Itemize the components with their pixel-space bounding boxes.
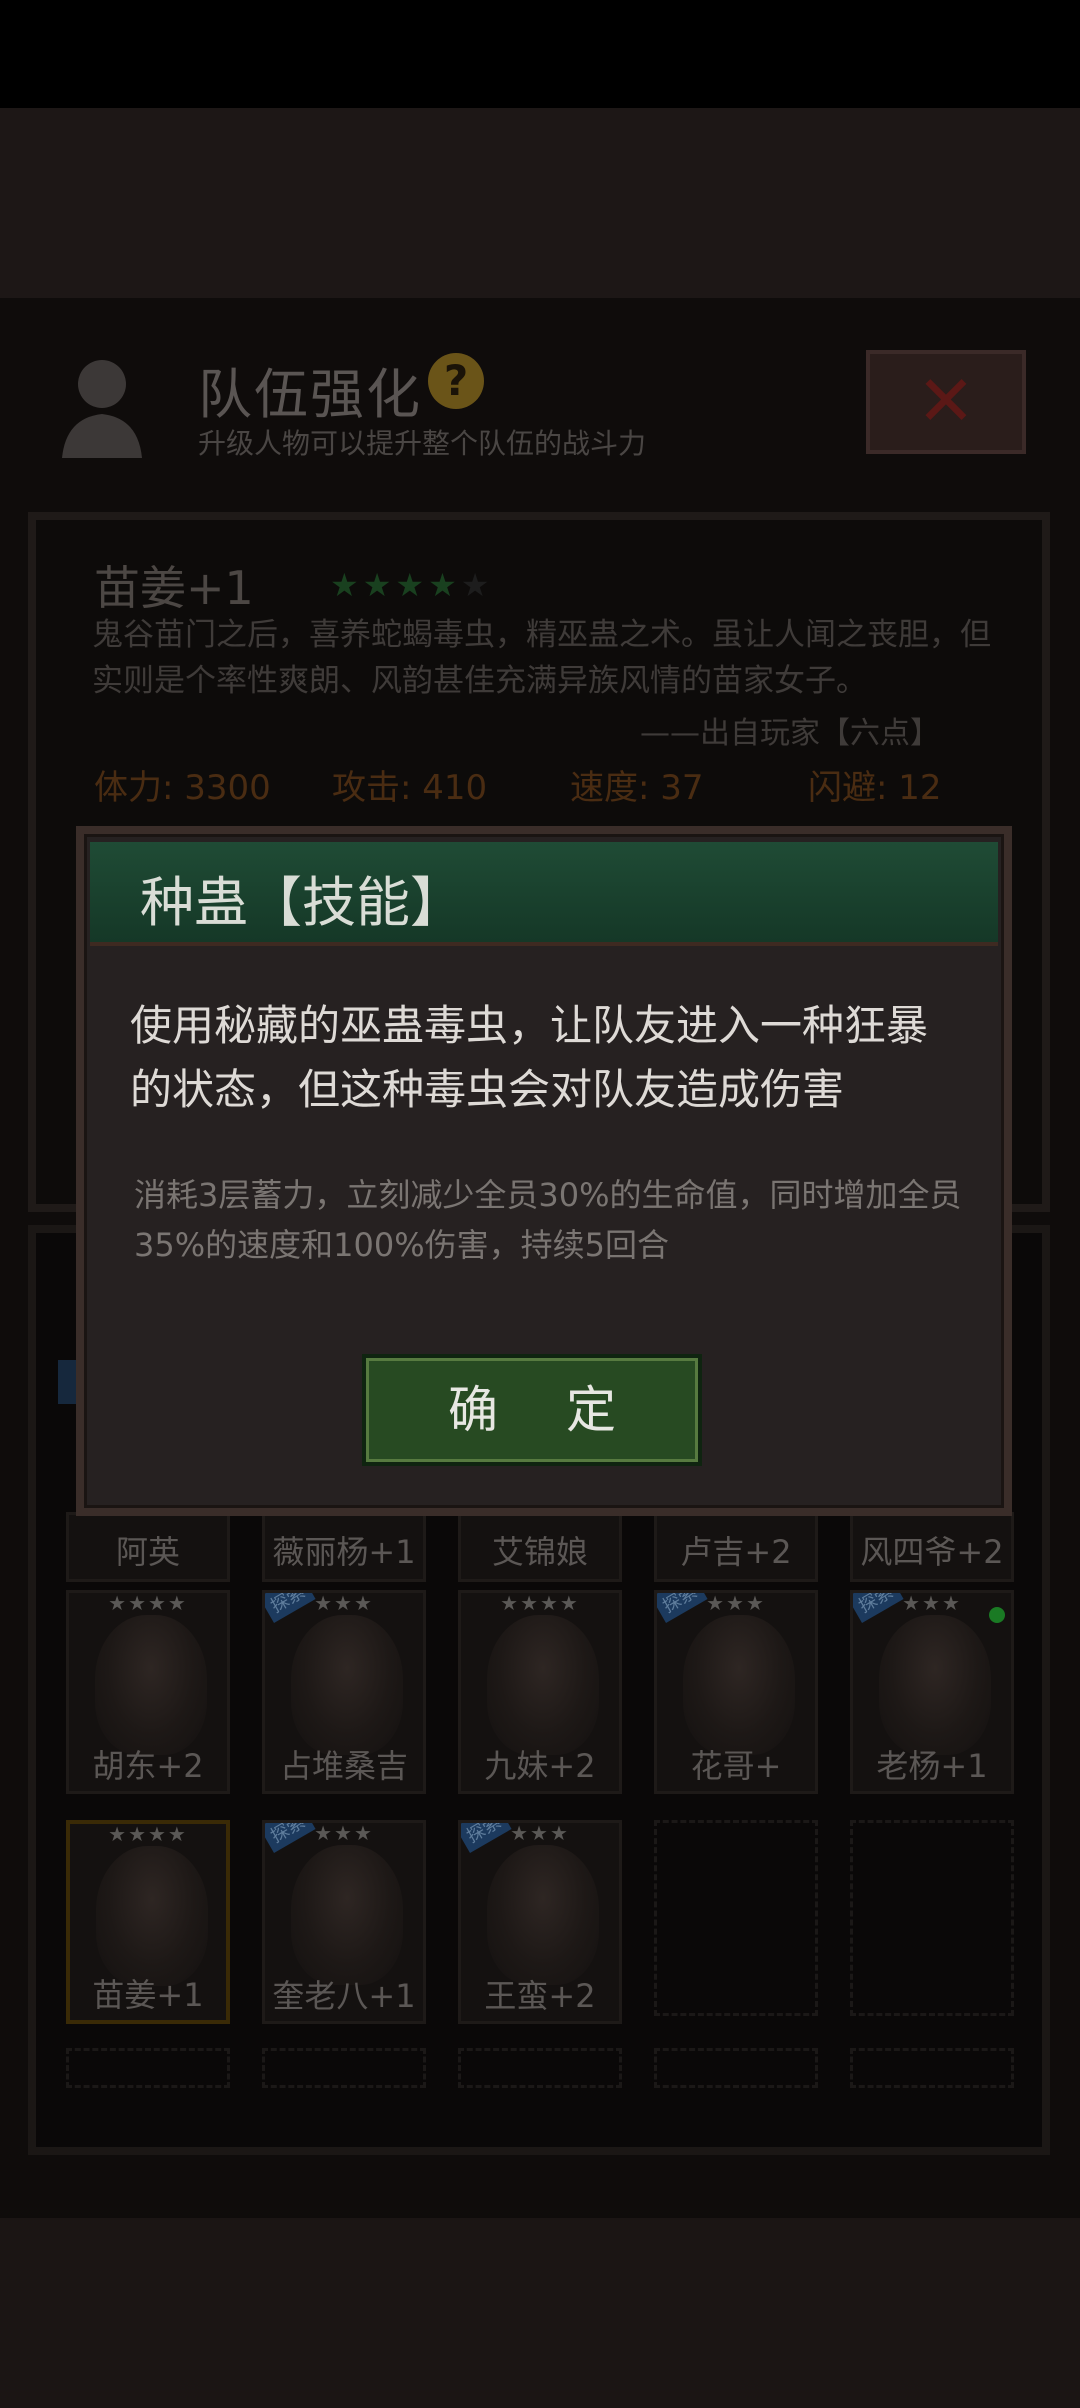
card-name: 占堆桑吉 xyxy=(279,1747,408,1785)
roster-card[interactable]: 探索 ★★★ 老杨+1 xyxy=(850,1590,1014,1794)
card-stars: ★★★ xyxy=(706,1591,766,1615)
card-name: 花哥+ xyxy=(690,1747,782,1785)
card-name: 薇丽杨+1 xyxy=(272,1533,416,1571)
page-title: 队伍强化 xyxy=(198,363,422,426)
portrait xyxy=(879,1615,991,1755)
character-stars: ★★★★★ xyxy=(330,566,493,604)
portrait xyxy=(291,1845,403,1985)
card-stars: ★★★ xyxy=(314,1821,374,1845)
close-button[interactable]: ✕ xyxy=(866,350,1026,454)
character-source: ——出自玩家【六点】 xyxy=(640,716,940,751)
card-name: 胡东+2 xyxy=(92,1747,204,1785)
skill-description: 使用秘藏的巫蛊毒虫，让队友进入一种狂暴的状态，但这种毒虫会对队友造成伤害 xyxy=(130,1001,929,1114)
roster-card[interactable]: 卢吉+2 xyxy=(654,1512,818,1582)
stars-filled: ★★★★ xyxy=(330,566,461,604)
card-stars: ★★★ xyxy=(314,1591,374,1615)
card-stars: ★★★★ xyxy=(108,1822,188,1846)
card-name: 苗姜+1 xyxy=(92,1976,204,2014)
card-stars: ★★★ xyxy=(902,1591,962,1615)
portrait xyxy=(95,1615,207,1755)
card-name: 奎老八+1 xyxy=(272,1977,416,2015)
roster-card[interactable]: ★★★★ 九妹+2 xyxy=(458,1590,622,1794)
character-description: 鬼谷苗门之后，喜养蛇蝎毒虫，精巫蛊之术。虽让人闻之丧胆，但实则是个率性爽朗、风韵… xyxy=(92,617,991,699)
card-name: 卢吉+2 xyxy=(680,1533,792,1571)
portrait xyxy=(487,1615,599,1755)
top-band xyxy=(0,108,1080,298)
stat-hp: 体力: 3300 xyxy=(94,768,271,808)
help-icon[interactable]: ? xyxy=(428,353,484,409)
card-stars: ★★★★ xyxy=(108,1591,188,1615)
stat-dodge: 闪避: 12 xyxy=(808,768,942,808)
skill-effect-detail: 消耗3层蓄力，立刻减少全员30%的生命值，同时增加全员35%的速度和100%伤害… xyxy=(134,1176,962,1264)
roster-card[interactable]: 薇丽杨+1 xyxy=(262,1512,426,1582)
card-stars: ★★★★ xyxy=(500,1591,580,1615)
empty-slot xyxy=(458,2048,622,2088)
roster-card[interactable]: 探索 ★★★ 占堆桑吉 xyxy=(262,1590,426,1794)
roster-card[interactable]: 风四爷+2 xyxy=(850,1512,1014,1582)
close-icon: ✕ xyxy=(916,360,976,442)
empty-slot xyxy=(654,1820,818,2016)
card-name: 九妹+2 xyxy=(484,1747,596,1785)
roster-card[interactable]: 探索 ★★★ 奎老八+1 xyxy=(262,1820,426,2024)
roster-card[interactable]: ★★★★ 胡东+2 xyxy=(66,1590,230,1794)
confirm-button[interactable]: 确 定 xyxy=(362,1354,702,1466)
skill-dialog-title: 种蛊【技能】 xyxy=(140,871,464,934)
empty-slot xyxy=(66,2048,230,2088)
roster-card-selected[interactable]: ★★★★ 苗姜+1 xyxy=(66,1820,230,2024)
page-subtitle: 升级人物可以提升整个队伍的战斗力 xyxy=(198,427,647,460)
portrait xyxy=(487,1845,599,1985)
portrait xyxy=(683,1615,795,1755)
stat-speed: 速度: 37 xyxy=(570,768,704,808)
empty-slot xyxy=(850,1820,1014,2016)
card-name: 风四爷+2 xyxy=(860,1533,1004,1571)
avatar-icon xyxy=(52,352,152,460)
character-name: 苗姜+1 xyxy=(94,561,254,615)
roster-card[interactable]: 艾锦娘 xyxy=(458,1512,622,1582)
portrait xyxy=(291,1615,403,1755)
portrait xyxy=(96,1846,208,1986)
empty-slot xyxy=(262,2048,426,2088)
roster-card[interactable]: 阿英 xyxy=(66,1512,230,1582)
card-name: 艾锦娘 xyxy=(491,1533,588,1571)
empty-slot xyxy=(850,2048,1014,2088)
status-bar xyxy=(0,0,1080,108)
bottom-band xyxy=(0,2218,1080,2408)
card-name: 老杨+1 xyxy=(876,1747,988,1785)
stat-attack: 攻击: 410 xyxy=(332,768,488,808)
card-name: 王蛮+2 xyxy=(484,1977,596,2015)
empty-slot xyxy=(654,2048,818,2088)
card-stars: ★★★ xyxy=(510,1821,570,1845)
stars-empty: ★ xyxy=(460,566,494,604)
roster-card[interactable]: 探索 ★★★ 王蛮+2 xyxy=(458,1820,622,2024)
card-name: 阿英 xyxy=(115,1533,180,1571)
roster-card[interactable]: 探索 ★★★ 花哥+ xyxy=(654,1590,818,1794)
